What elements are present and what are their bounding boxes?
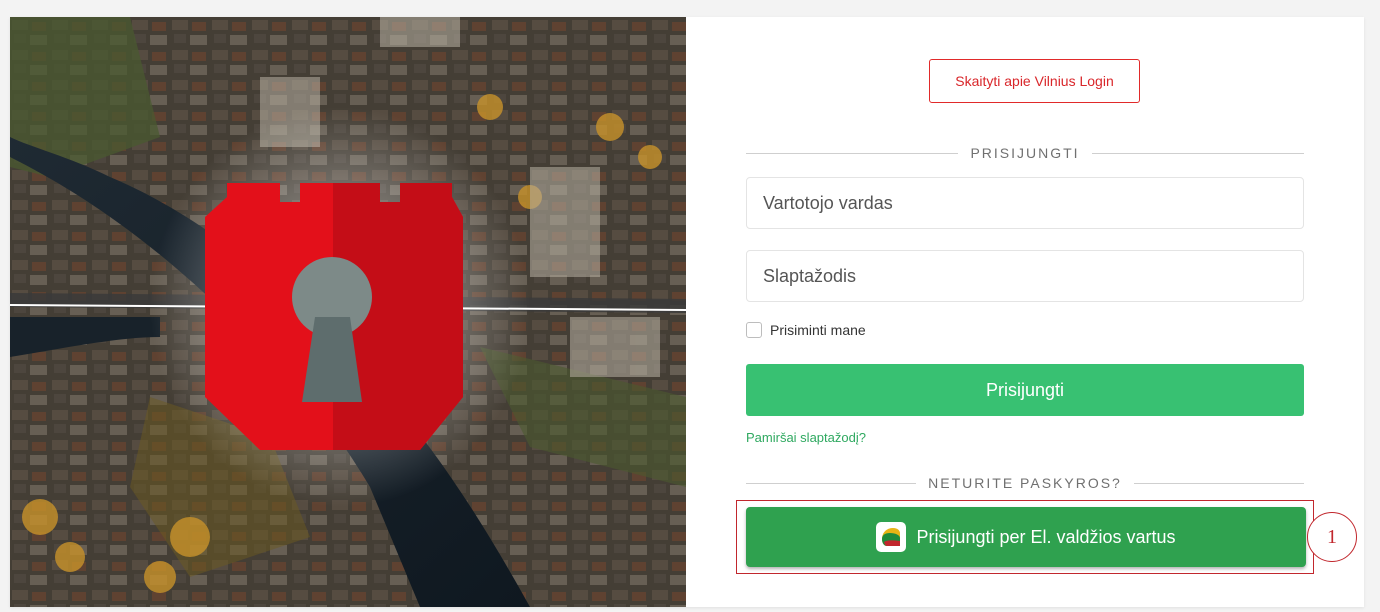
login-card: Skaityti apie Vilnius Login PRISIJUNGTI … (10, 17, 1364, 607)
divider-line-right (1133, 482, 1305, 484)
remember-me[interactable]: Prisiminti mane (746, 322, 866, 338)
aerial-city-illustration (10, 17, 686, 607)
about-vilnius-login-button[interactable]: Skaityti apie Vilnius Login (929, 59, 1140, 103)
forgot-password-link[interactable]: Pamiršai slaptažodį? (746, 430, 866, 445)
divider-line-left (746, 152, 959, 154)
lithuania-egov-icon (876, 522, 907, 552)
egov-login-button[interactable]: Prisijungti per El. valdžios vartus (746, 507, 1306, 567)
egov-login-label: Prisijungti per El. valdžios vartus (916, 526, 1176, 547)
remember-me-label: Prisiminti mane (770, 322, 866, 338)
hero-image (10, 17, 686, 607)
divider-line-left (746, 482, 917, 484)
divider-line-right (1091, 152, 1304, 154)
remember-me-checkbox[interactable] (746, 322, 762, 338)
login-panel: Skaityti apie Vilnius Login PRISIJUNGTI … (686, 17, 1364, 607)
login-section-divider: PRISIJUNGTI (746, 143, 1304, 163)
username-input[interactable] (746, 177, 1304, 229)
register-section-title: NETURITE PASKYROS? (928, 475, 1122, 491)
annotation-step-marker: 1 (1307, 512, 1357, 562)
vilnius-keyhole-logo-icon (205, 183, 463, 450)
password-input[interactable] (746, 250, 1304, 302)
register-section-divider: NETURITE PASKYROS? (746, 473, 1305, 493)
login-section-title: PRISIJUNGTI (970, 145, 1080, 161)
login-submit-button[interactable]: Prisijungti (746, 364, 1304, 416)
